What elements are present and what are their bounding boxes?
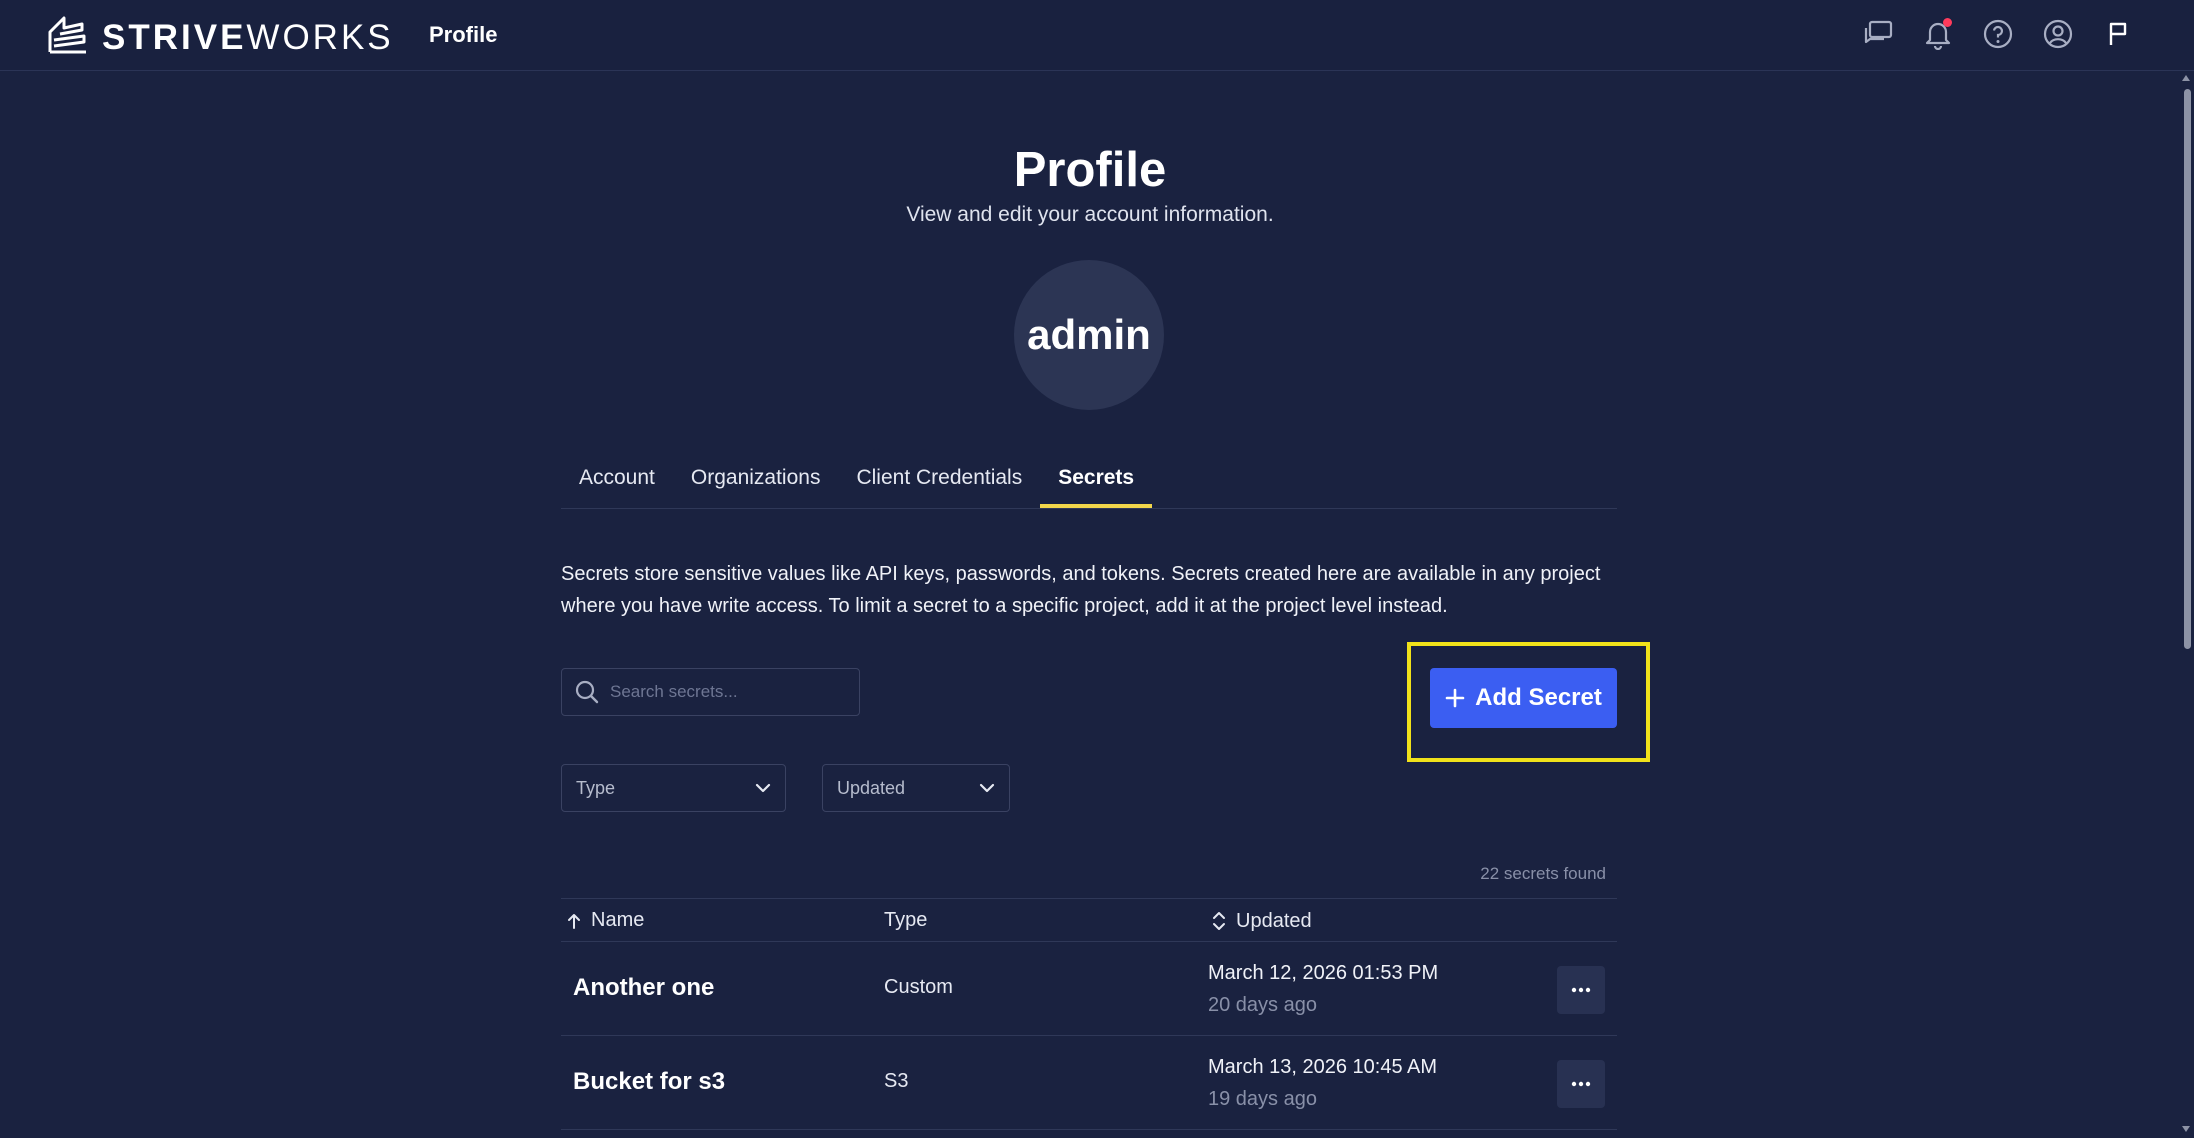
table-row[interactable]: Another one Custom March 12, 2026 01:53 … xyxy=(561,942,1617,1036)
secret-name[interactable]: Another one xyxy=(573,974,714,1002)
table-header: Name Type Updated xyxy=(561,898,1617,942)
tab-client-credentials[interactable]: Client Credentials xyxy=(838,454,1040,508)
notification-dot xyxy=(1943,18,1952,27)
avatar-text: admin xyxy=(1027,311,1151,358)
profile-tabs: Account Organizations Client Credentials… xyxy=(561,454,1617,509)
type-filter-label: Type xyxy=(576,777,616,798)
secrets-description: Secrets store sensitive values like API … xyxy=(561,563,1601,617)
column-updated[interactable]: Updated xyxy=(1210,909,1312,933)
avatar: admin xyxy=(1014,260,1164,410)
more-icon xyxy=(1571,987,1591,993)
brand-wordmark: STRIVEWORKS xyxy=(102,17,394,57)
secret-name[interactable]: Bucket for s3 xyxy=(573,1068,725,1096)
more-icon xyxy=(1571,1081,1591,1087)
secret-updated-relative: 19 days ago xyxy=(1208,1088,1317,1110)
top-bar: STRIVEWORKS Profile xyxy=(0,0,2194,71)
scroll-down-arrow[interactable] xyxy=(2182,1126,2190,1132)
sort-up-icon xyxy=(565,912,583,930)
type-filter-select[interactable]: Type xyxy=(561,764,786,812)
chevron-down-icon xyxy=(979,783,995,793)
tab-secrets[interactable]: Secrets xyxy=(1040,454,1153,508)
updated-filter-label: Updated xyxy=(837,777,906,798)
page-subtitle: View and edit your account information. xyxy=(906,203,1274,226)
add-secret-button[interactable]: Add Secret xyxy=(1430,668,1617,728)
page-title: Profile xyxy=(1013,143,1167,197)
table-row[interactable]: Bucket for s3 S3 March 13, 2026 10:45 AM… xyxy=(561,1036,1617,1130)
bell-icon[interactable] xyxy=(1920,16,1956,52)
scroll-up-arrow[interactable] xyxy=(2182,75,2190,81)
column-name[interactable]: Name xyxy=(565,909,644,932)
flag-icon[interactable] xyxy=(2100,16,2136,52)
secret-updated-date: March 13, 2026 10:45 AM xyxy=(1208,1056,1438,1078)
sort-icon xyxy=(1210,909,1228,933)
secret-type: S3 xyxy=(884,1070,909,1092)
brand-logo[interactable]: STRIVEWORKS xyxy=(46,14,394,61)
tab-organizations[interactable]: Organizations xyxy=(673,454,839,508)
column-type[interactable]: Type xyxy=(884,909,927,932)
search-box xyxy=(561,668,860,716)
feedback-icon[interactable] xyxy=(1860,16,1896,52)
header-title: Profile xyxy=(429,22,498,47)
add-secret-label: Add Secret xyxy=(1475,684,1602,711)
tab-account[interactable]: Account xyxy=(561,454,673,508)
results-count: 22 secrets found xyxy=(1480,864,1606,883)
page-scrollbar[interactable] xyxy=(2180,71,2194,1138)
user-circle-icon[interactable] xyxy=(2040,16,2076,52)
column-type-label: Type xyxy=(884,909,928,931)
column-name-label: Name xyxy=(591,909,645,931)
striveworks-logo xyxy=(46,14,90,61)
header-actions xyxy=(1860,16,2136,52)
secret-type: Custom xyxy=(884,976,953,998)
search-input[interactable] xyxy=(608,681,852,703)
column-updated-label: Updated xyxy=(1236,909,1312,932)
plus-icon xyxy=(1445,688,1465,708)
chevron-down-icon xyxy=(755,783,771,793)
search-icon xyxy=(574,679,600,705)
row-actions-button[interactable] xyxy=(1557,966,1605,1014)
help-icon[interactable] xyxy=(1980,16,2016,52)
secret-updated-date: March 12, 2026 01:53 PM xyxy=(1208,962,1439,984)
row-actions-button[interactable] xyxy=(1557,1060,1605,1108)
secret-updated-relative: 20 days ago xyxy=(1208,994,1317,1016)
updated-filter-select[interactable]: Updated xyxy=(822,764,1010,812)
scroll-thumb[interactable] xyxy=(2184,89,2191,649)
